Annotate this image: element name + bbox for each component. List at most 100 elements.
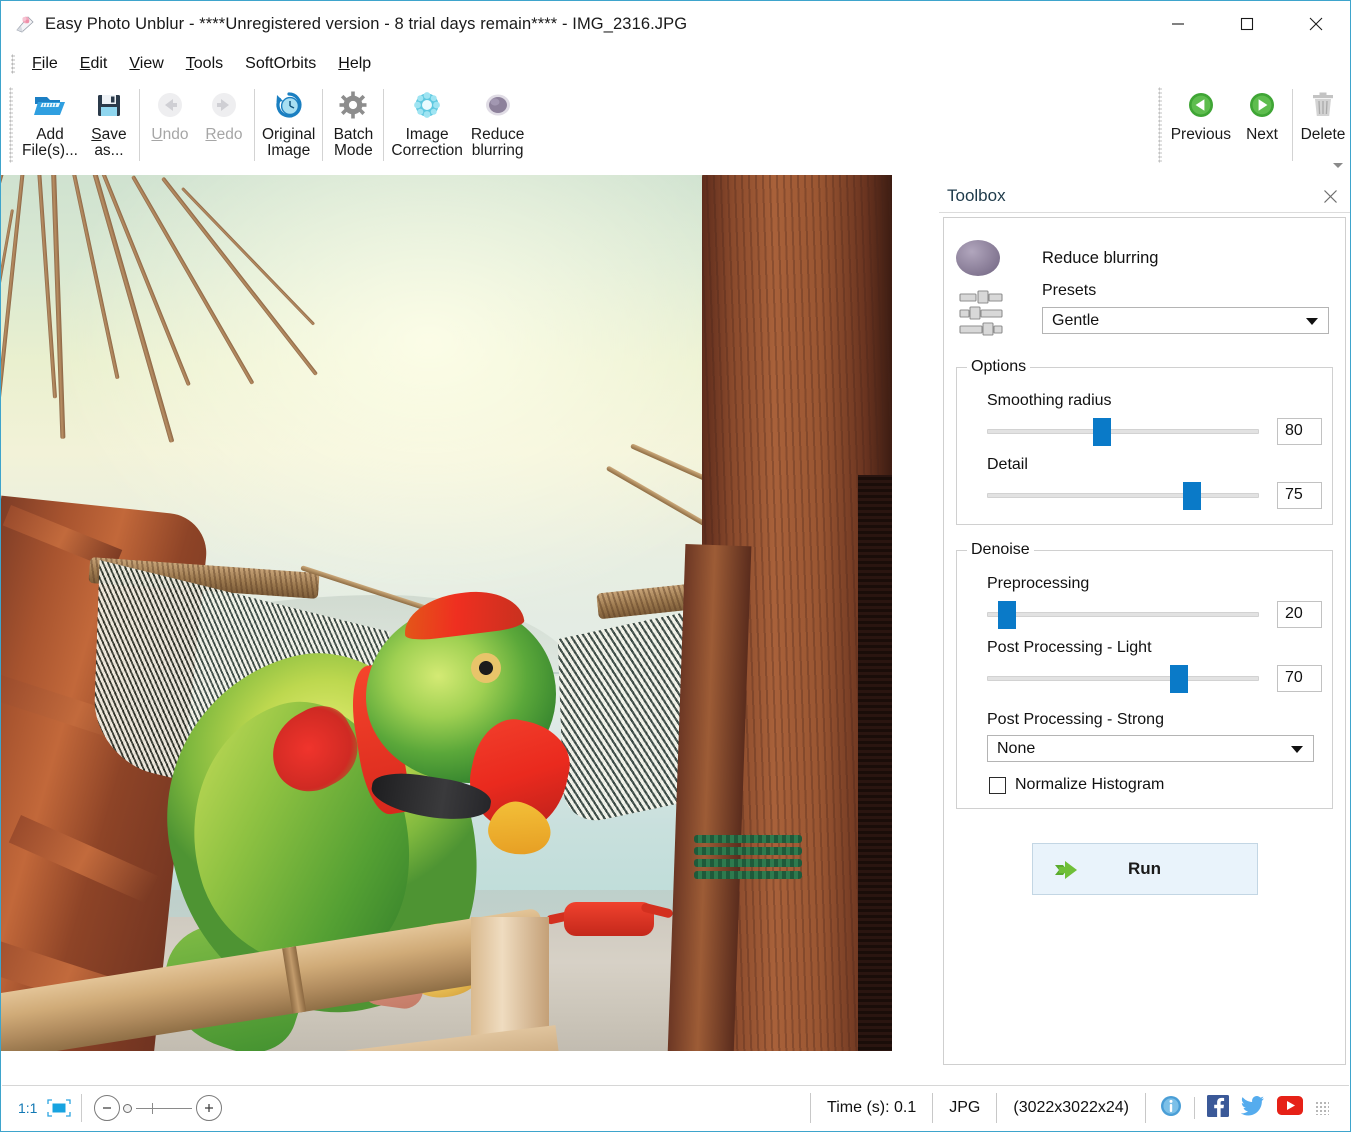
toolbar-overflow-button[interactable] (1330, 158, 1346, 172)
menu-item-file[interactable]: File (21, 52, 69, 76)
toolbox-body: Reduce blurring (943, 217, 1346, 1065)
presets-label: Presets (1042, 282, 1329, 300)
undo-label: Undo (151, 127, 188, 143)
post-processing-light-value[interactable]: 70 (1277, 665, 1322, 692)
canvas-bottom-gap (1, 1051, 892, 1069)
post-processing-strong-row: Post Processing - Strong None (967, 711, 1322, 762)
add-files-button[interactable]: AddFile(s)... (18, 81, 82, 169)
status-bar: 1:1 T (2, 1086, 1349, 1130)
presets-dropdown[interactable]: Gentle (1042, 307, 1329, 334)
green-run-arrow-icon (1053, 858, 1087, 882)
smoothing-radius-label: Smoothing radius (987, 392, 1322, 410)
application-window: Easy Photo Unblur - ****Unregistered ver… (0, 0, 1351, 1132)
chevron-down-icon (1291, 746, 1303, 753)
twitter-icon[interactable] (1241, 1096, 1265, 1121)
preprocessing-value[interactable]: 20 (1277, 601, 1322, 628)
menu-item-softorbits[interactable]: SoftOrbits (234, 52, 327, 76)
green-right-arrow-icon (1247, 87, 1277, 123)
maximize-button[interactable] (1212, 1, 1281, 47)
preprocessing-thumb[interactable] (998, 601, 1016, 629)
toolbox-title: Toolbox (947, 186, 1006, 206)
smoothing-radius-value[interactable]: 80 (1277, 418, 1322, 445)
normalize-histogram-row[interactable]: Normalize Histogram (967, 762, 1322, 794)
photo-green-rope-1 (694, 835, 802, 843)
statusbar-separator-1 (81, 1094, 82, 1122)
reduce-blurring-button[interactable]: Reduceblurring (467, 81, 528, 169)
info-icon[interactable] (1160, 1095, 1182, 1122)
detail-value[interactable]: 75 (1277, 482, 1322, 509)
menu-item-help[interactable]: Help (327, 52, 382, 76)
presets-row: Presets Gentle (944, 276, 1345, 342)
post-processing-light-slider[interactable] (987, 663, 1267, 693)
resize-grip[interactable] (1315, 1101, 1329, 1115)
original-image-label: OriginalImage (262, 127, 315, 160)
photo-green-rope-4 (694, 871, 802, 879)
redo-label: Redo (205, 127, 242, 143)
toolbar-drag-grip[interactable] (9, 87, 13, 163)
photo-green-rope-2 (694, 847, 802, 855)
next-button[interactable]: Next (1235, 81, 1289, 169)
reduce-blurring-label: Reduceblurring (471, 127, 524, 160)
zoom-slider-thumb[interactable] (123, 1104, 132, 1113)
zoom-slider-track[interactable] (136, 1108, 192, 1109)
status-format: JPG (933, 1093, 996, 1123)
toolbar-separator-4 (383, 89, 384, 161)
post-processing-strong-dropdown[interactable]: None (987, 735, 1314, 762)
toolbar-right-grip[interactable] (1158, 87, 1162, 163)
toolbox-close-button[interactable] (1320, 186, 1340, 206)
image-correction-button[interactable]: ImageCorrection (387, 81, 467, 169)
add-files-label: AddFile(s)... (22, 127, 78, 160)
toolbox-panel: Toolbox Reduce blurring (939, 179, 1350, 1069)
batch-mode-button[interactable]: BatchMode (326, 81, 380, 169)
post-processing-light-label: Post Processing - Light (987, 639, 1322, 657)
statusbar-separator-6 (1194, 1097, 1195, 1119)
toolbox-tool-name: Reduce blurring (1042, 249, 1158, 268)
redo-button[interactable]: Redo (197, 81, 251, 169)
zoom-ratio-label[interactable]: 1:1 (18, 1100, 37, 1116)
photo-palm-fronds-left (1, 175, 311, 499)
normalize-histogram-checkbox[interactable] (989, 777, 1006, 794)
original-image-button[interactable]: OriginalImage (258, 81, 319, 169)
menu-item-edit[interactable]: Edit (69, 52, 119, 76)
minimize-button[interactable] (1143, 1, 1212, 47)
blur-blob-icon (483, 87, 513, 123)
zoom-slider[interactable] (94, 1095, 222, 1121)
delete-button[interactable]: Delete (1296, 81, 1350, 169)
close-button[interactable] (1281, 1, 1350, 47)
toolbox-tool-header: Reduce blurring (944, 218, 1345, 276)
preprocessing-slider[interactable] (987, 599, 1267, 629)
menu-item-tools[interactable]: Tools (175, 52, 234, 76)
detail-thumb[interactable] (1183, 482, 1201, 510)
menu-drag-grip[interactable] (11, 54, 15, 74)
save-as-button[interactable]: Saveas... (82, 81, 136, 169)
previous-button[interactable]: Previous (1167, 81, 1235, 169)
image-canvas[interactable] (1, 175, 892, 1069)
color-wheel-icon (412, 87, 442, 123)
youtube-icon[interactable] (1277, 1096, 1303, 1120)
smoothing-radius-slider[interactable] (987, 416, 1267, 446)
presets-column: Presets Gentle (1042, 282, 1345, 342)
menu-bar: File Edit View Tools SoftOrbits Help (1, 47, 1350, 81)
facebook-icon[interactable] (1207, 1095, 1229, 1122)
fit-to-window-icon[interactable] (47, 1099, 71, 1117)
window-title: Easy Photo Unblur - ****Unregistered ver… (45, 15, 687, 34)
status-dimensions: (3022x3022x24) (997, 1093, 1145, 1123)
smoothing-radius-thumb[interactable] (1093, 418, 1111, 446)
post-processing-light-thumb[interactable] (1170, 665, 1188, 693)
menu-item-view[interactable]: View (118, 52, 174, 76)
smoothing-radius-track (987, 429, 1259, 434)
toolbar-separator-3 (322, 89, 323, 161)
open-folder-icon (33, 87, 67, 123)
gear-icon (338, 87, 368, 123)
undo-button[interactable]: Undo (143, 81, 197, 169)
toolbar-separator-1 (139, 89, 140, 161)
photo-parrot-eye (471, 653, 501, 683)
batch-mode-label: BatchMode (334, 127, 374, 160)
next-label: Next (1246, 127, 1278, 143)
run-button[interactable]: Run (1032, 843, 1258, 895)
zoom-plus-icon[interactable] (196, 1095, 222, 1121)
title-bar: Easy Photo Unblur - ****Unregistered ver… (1, 1, 1350, 47)
chevron-down-icon (1306, 318, 1318, 325)
detail-slider[interactable] (987, 480, 1267, 510)
zoom-minus-icon[interactable] (94, 1095, 120, 1121)
